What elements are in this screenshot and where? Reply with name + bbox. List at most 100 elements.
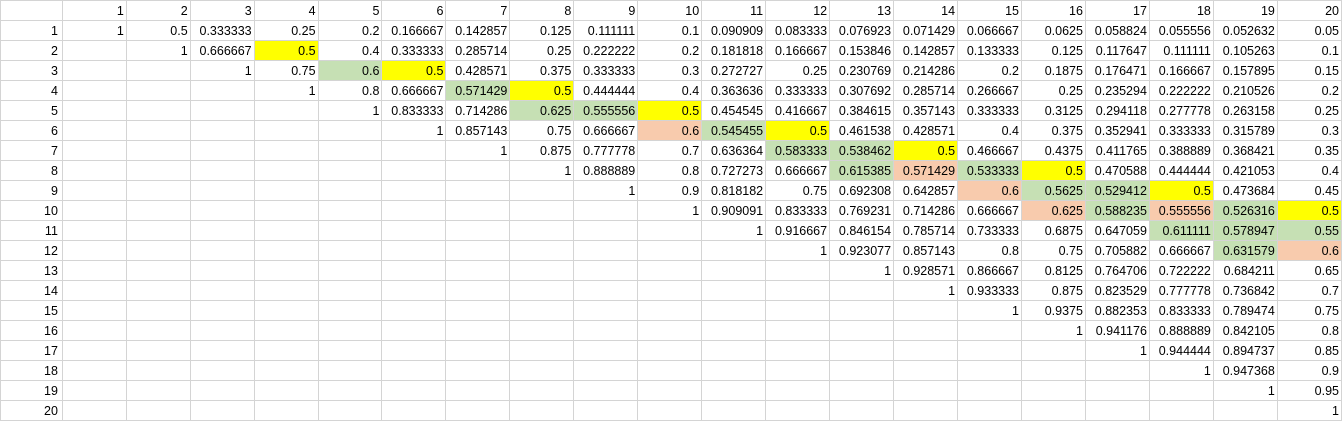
cell[interactable] xyxy=(125,260,191,281)
cell[interactable]: 0.5 xyxy=(637,100,703,121)
column-header[interactable]: 4 xyxy=(253,0,319,21)
cell[interactable]: 0.642857 xyxy=(893,180,959,201)
cell[interactable]: 0.1875 xyxy=(1021,60,1086,81)
cell[interactable]: 0.888889 xyxy=(1148,320,1214,341)
cell[interactable]: 1 xyxy=(1084,340,1150,361)
column-header[interactable]: 7 xyxy=(445,0,511,21)
cell[interactable] xyxy=(61,140,127,161)
cell[interactable] xyxy=(701,320,767,341)
cell[interactable] xyxy=(573,320,639,341)
cell[interactable] xyxy=(125,320,191,341)
cell[interactable] xyxy=(61,80,127,101)
cell[interactable]: 0.368421 xyxy=(1212,140,1278,161)
column-header[interactable]: 20 xyxy=(1276,0,1342,21)
row-header[interactable]: 6 xyxy=(0,120,63,141)
row-header[interactable]: 4 xyxy=(0,80,63,101)
cell[interactable] xyxy=(381,220,447,241)
cell[interactable]: 0.727273 xyxy=(701,160,767,181)
cell[interactable] xyxy=(637,360,703,381)
cell[interactable] xyxy=(317,320,383,341)
cell[interactable] xyxy=(445,400,511,421)
cell[interactable]: 1 xyxy=(381,120,447,141)
cell[interactable] xyxy=(445,280,511,301)
row-header[interactable]: 3 xyxy=(0,60,63,81)
cell[interactable]: 0.8 xyxy=(957,240,1022,261)
cell[interactable]: 0.375 xyxy=(1021,120,1086,141)
cell[interactable]: 0.714286 xyxy=(445,100,511,121)
cell[interactable] xyxy=(765,260,831,281)
cell[interactable] xyxy=(765,400,831,421)
cell[interactable]: 0.285714 xyxy=(893,80,959,101)
cell[interactable] xyxy=(189,280,255,301)
cell[interactable]: 0.142857 xyxy=(445,20,511,41)
cell[interactable]: 0.466667 xyxy=(957,140,1022,161)
cell[interactable] xyxy=(829,380,895,401)
cell[interactable]: 0.25 xyxy=(509,40,575,61)
cell[interactable]: 0.916667 xyxy=(765,220,831,241)
cell[interactable]: 0.45 xyxy=(1276,180,1342,201)
cell[interactable]: 1 xyxy=(317,100,383,121)
cell[interactable] xyxy=(61,380,127,401)
cell[interactable] xyxy=(1084,380,1150,401)
cell[interactable] xyxy=(573,360,639,381)
cell[interactable]: 0.692308 xyxy=(829,180,895,201)
cell[interactable] xyxy=(189,120,255,141)
cell[interactable] xyxy=(637,240,703,261)
cell[interactable]: 0.105263 xyxy=(1212,40,1278,61)
cell[interactable]: 0.65 xyxy=(1276,260,1342,281)
cell[interactable] xyxy=(509,300,575,321)
cell[interactable]: 0.2 xyxy=(1276,80,1342,101)
cell[interactable]: 0.333333 xyxy=(189,20,255,41)
cell[interactable] xyxy=(125,120,191,141)
cell[interactable]: 0.545455 xyxy=(701,120,767,141)
cell[interactable]: 0.684211 xyxy=(1212,260,1278,281)
cell[interactable]: 0.5 xyxy=(893,140,959,161)
cell[interactable] xyxy=(701,380,767,401)
cell[interactable]: 0.631579 xyxy=(1212,240,1278,261)
cell[interactable]: 0.384615 xyxy=(829,100,895,121)
row-header[interactable]: 11 xyxy=(0,220,63,241)
cell[interactable] xyxy=(189,340,255,361)
row-header[interactable]: 16 xyxy=(0,320,63,341)
cell[interactable]: 0.5 xyxy=(509,80,575,101)
cell[interactable] xyxy=(189,140,255,161)
cell[interactable]: 0.315789 xyxy=(1212,120,1278,141)
cell[interactable] xyxy=(445,220,511,241)
column-header[interactable]: 13 xyxy=(829,0,895,21)
cell[interactable] xyxy=(61,320,127,341)
cell[interactable] xyxy=(61,220,127,241)
cell[interactable]: 0.25 xyxy=(253,20,319,41)
cell[interactable] xyxy=(573,280,639,301)
cell[interactable] xyxy=(445,380,511,401)
cell[interactable] xyxy=(1021,340,1086,361)
cell[interactable]: 0.428571 xyxy=(445,60,511,81)
cell[interactable] xyxy=(253,160,319,181)
cell[interactable]: 0.615385 xyxy=(829,160,895,181)
cell[interactable]: 0.111111 xyxy=(573,20,639,41)
cell[interactable]: 0.416667 xyxy=(765,100,831,121)
cell[interactable]: 0.571429 xyxy=(445,80,511,101)
cell[interactable]: 0.444444 xyxy=(573,80,639,101)
cell[interactable] xyxy=(509,220,575,241)
cell[interactable]: 0.9375 xyxy=(1021,300,1086,321)
cell[interactable]: 0.666667 xyxy=(765,160,831,181)
cell[interactable] xyxy=(125,140,191,161)
cell[interactable]: 1 xyxy=(509,160,575,181)
cell[interactable]: 0.588235 xyxy=(1084,200,1150,221)
cell[interactable] xyxy=(253,120,319,141)
cell[interactable]: 0.388889 xyxy=(1148,140,1214,161)
cell[interactable]: 0.25 xyxy=(765,60,831,81)
cell[interactable]: 0.5 xyxy=(125,20,191,41)
cell[interactable] xyxy=(573,220,639,241)
column-header[interactable]: 11 xyxy=(701,0,767,21)
cell[interactable] xyxy=(61,200,127,221)
cell[interactable]: 0.764706 xyxy=(1084,260,1150,281)
cell[interactable]: 0.4375 xyxy=(1021,140,1086,161)
cell[interactable] xyxy=(125,80,191,101)
cell[interactable]: 0.352941 xyxy=(1084,120,1150,141)
select-all-corner[interactable] xyxy=(0,0,63,21)
cell[interactable] xyxy=(317,120,383,141)
cell[interactable] xyxy=(637,380,703,401)
cell[interactable]: 1 xyxy=(253,80,319,101)
cell[interactable]: 0.75 xyxy=(1021,240,1086,261)
